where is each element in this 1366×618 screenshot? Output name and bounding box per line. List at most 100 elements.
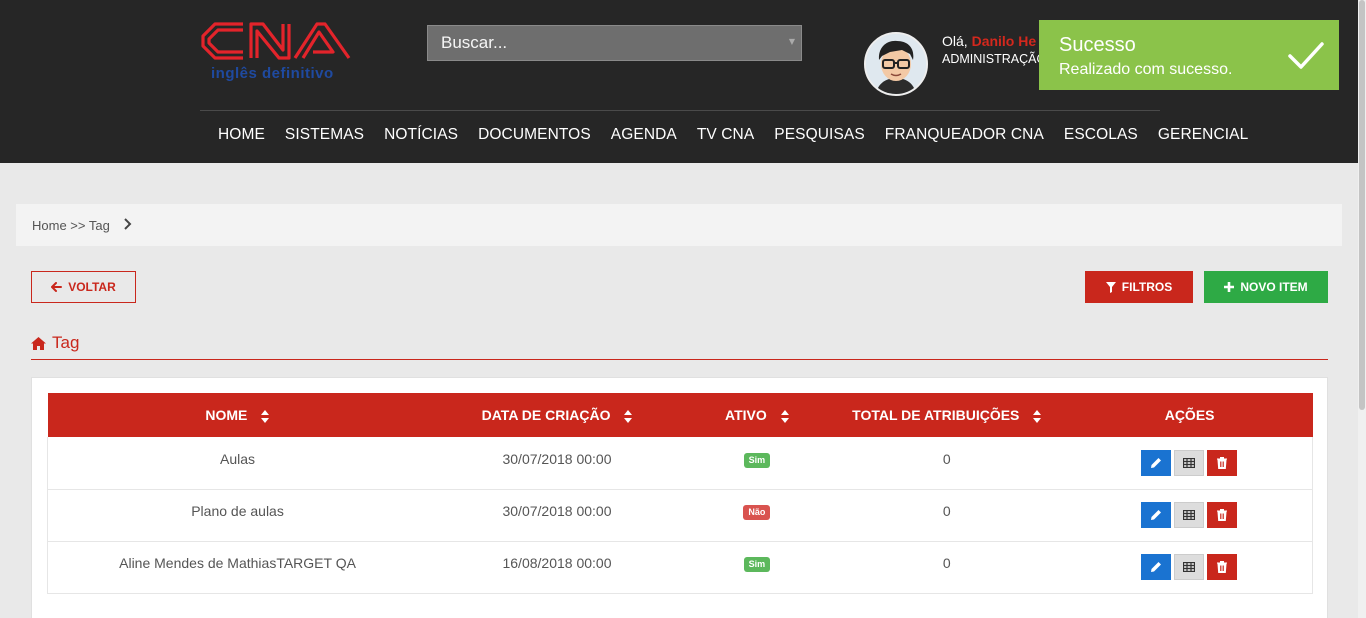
table-icon bbox=[1183, 510, 1196, 520]
cell-acoes bbox=[1067, 489, 1313, 541]
cell-total: 0 bbox=[942, 450, 951, 467]
details-button[interactable] bbox=[1174, 554, 1205, 580]
breadcrumb: Home >> Tag bbox=[16, 204, 1342, 246]
filter-icon bbox=[1105, 281, 1116, 293]
user-greeting: Olá, Danilo He bbox=[942, 33, 1036, 49]
new-item-button[interactable]: NOVO ITEM bbox=[1204, 271, 1328, 303]
row-actions bbox=[1141, 502, 1238, 528]
table-icon bbox=[1183, 562, 1196, 572]
table-row: Plano de aulas 30/07/2018 00:00 Não 0 bbox=[47, 489, 1313, 541]
column-header-label: TOTAL DE ATRIBUIÇÕES bbox=[852, 407, 1020, 423]
filters-button[interactable]: FILTROS bbox=[1085, 271, 1193, 303]
plus-icon bbox=[1224, 282, 1235, 292]
cell-data: 16/08/2018 00:00 bbox=[502, 555, 612, 571]
column-header-acoes: AÇÕES bbox=[1067, 393, 1313, 437]
avatar[interactable] bbox=[864, 32, 928, 96]
success-toast[interactable]: Sucesso Realizado com sucesso. bbox=[1039, 20, 1339, 90]
cna-logo[interactable]: inglês definitivo bbox=[199, 18, 354, 84]
details-button[interactable] bbox=[1174, 449, 1205, 476]
cell-data: 30/07/2018 00:00 bbox=[502, 503, 612, 519]
arrow-left-icon bbox=[51, 282, 63, 292]
cell-nome: Aulas bbox=[220, 450, 256, 467]
column-header-label: ATIVO bbox=[725, 407, 767, 423]
trash-icon bbox=[1217, 561, 1228, 573]
status-badge: Sim bbox=[743, 557, 771, 572]
scrollbar-thumb[interactable] bbox=[1359, 0, 1365, 410]
column-header-data-criacao[interactable]: DATA DE CRIAÇÃO bbox=[427, 393, 687, 437]
filters-button-label: FILTROS bbox=[1121, 280, 1173, 294]
breadcrumb-text[interactable]: Home >> Tag bbox=[32, 218, 110, 233]
table-row: Aulas 30/07/2018 00:00 Sim 0 bbox=[47, 437, 1313, 489]
row-actions bbox=[1141, 449, 1238, 476]
header-divider bbox=[200, 110, 1160, 111]
nav-item-tv-cna[interactable]: TV CNA bbox=[687, 124, 764, 146]
cell-nome: Plano de aulas bbox=[191, 503, 284, 519]
details-button[interactable] bbox=[1174, 502, 1205, 528]
chevron-right-icon bbox=[124, 217, 132, 233]
nav-item-pesquisas[interactable]: PESQUISAS bbox=[764, 124, 875, 146]
table-panel: NOME DATA DE CRIAÇÃO ATIVO TOTAL DE ATRI… bbox=[31, 377, 1328, 618]
cell-ativo: Sim bbox=[687, 541, 827, 593]
column-header-total[interactable]: TOTAL DE ATRIBUIÇÕES bbox=[827, 393, 1067, 437]
nav-item-documentos[interactable]: DOCUMENTOS bbox=[468, 124, 601, 146]
edit-button[interactable] bbox=[1141, 554, 1172, 580]
page-scrollbar[interactable] bbox=[1358, 0, 1366, 618]
checkmark-icon bbox=[1288, 42, 1324, 69]
delete-button[interactable] bbox=[1207, 502, 1238, 528]
nav-item-sistemas[interactable]: SISTEMAS bbox=[275, 124, 374, 146]
cell-ativo: Sim bbox=[687, 437, 827, 489]
cell-nome: Aline Mendes de MathiasTARGET QA bbox=[119, 555, 356, 571]
nav-item-agenda[interactable]: AGENDA bbox=[601, 124, 687, 146]
user-role: ADMINISTRAÇÃO bbox=[942, 52, 1047, 66]
trash-icon bbox=[1217, 509, 1228, 521]
cell-total: 0 bbox=[942, 503, 951, 519]
cell-total: 0 bbox=[942, 555, 951, 571]
table-row: Aline Mendes de MathiasTARGET QA 16/08/2… bbox=[47, 541, 1313, 593]
pencil-icon bbox=[1151, 510, 1162, 520]
logo-tagline: inglês definitivo bbox=[211, 65, 334, 82]
sort-icon bbox=[261, 409, 270, 423]
cell-ativo: Não bbox=[687, 489, 827, 541]
nav-item-escolas[interactable]: ESCOLAS bbox=[1054, 124, 1148, 146]
trash-icon bbox=[1217, 456, 1228, 469]
toast-message: Realizado com sucesso. bbox=[1059, 61, 1233, 78]
cna-logo-mark bbox=[201, 22, 351, 60]
pencil-icon bbox=[1151, 562, 1162, 572]
nav-item-home[interactable]: HOME bbox=[208, 124, 275, 146]
page-title: Tag bbox=[31, 333, 79, 353]
nav-item-franqueador[interactable]: FRANQUEADOR CNA bbox=[875, 124, 1054, 146]
title-underline bbox=[31, 359, 1328, 360]
column-header-label: DATA DE CRIAÇÃO bbox=[481, 407, 611, 423]
home-icon bbox=[31, 336, 46, 350]
user-name[interactable]: Danilo He bbox=[972, 33, 1037, 49]
pencil-icon bbox=[1151, 457, 1162, 468]
tags-table: NOME DATA DE CRIAÇÃO ATIVO TOTAL DE ATRI… bbox=[47, 393, 1313, 594]
edit-button[interactable] bbox=[1141, 502, 1172, 528]
user-avatar-icon bbox=[866, 34, 926, 94]
toast-title: Sucesso bbox=[1059, 34, 1136, 56]
column-header-label: AÇÕES bbox=[1164, 407, 1215, 423]
cell-acoes bbox=[1067, 437, 1313, 489]
row-actions bbox=[1141, 554, 1238, 580]
sort-icon bbox=[1033, 409, 1042, 423]
table-icon bbox=[1183, 457, 1196, 468]
cell-data: 30/07/2018 00:00 bbox=[502, 450, 612, 467]
caret-down-icon: ▼ bbox=[788, 37, 795, 46]
new-item-button-label: NOVO ITEM bbox=[1240, 280, 1308, 294]
delete-button[interactable] bbox=[1207, 449, 1238, 476]
status-badge: Não bbox=[743, 505, 771, 520]
search-box[interactable]: ▼ bbox=[427, 25, 802, 61]
main-nav: HOME SISTEMAS NOTÍCIAS DOCUMENTOS AGENDA… bbox=[208, 124, 1258, 146]
nav-item-gerencial[interactable]: GERENCIAL bbox=[1148, 124, 1258, 146]
search-input[interactable] bbox=[428, 26, 801, 60]
edit-button[interactable] bbox=[1141, 449, 1172, 476]
status-badge: Sim bbox=[743, 452, 771, 468]
sort-icon bbox=[780, 409, 789, 423]
column-header-nome[interactable]: NOME bbox=[48, 393, 428, 437]
column-header-ativo[interactable]: ATIVO bbox=[687, 393, 827, 437]
nav-item-noticias[interactable]: NOTÍCIAS bbox=[374, 124, 468, 146]
sort-icon bbox=[624, 409, 633, 423]
page-title-text: Tag bbox=[52, 333, 80, 352]
delete-button[interactable] bbox=[1207, 554, 1238, 580]
back-button[interactable]: VOLTAR bbox=[31, 271, 136, 303]
